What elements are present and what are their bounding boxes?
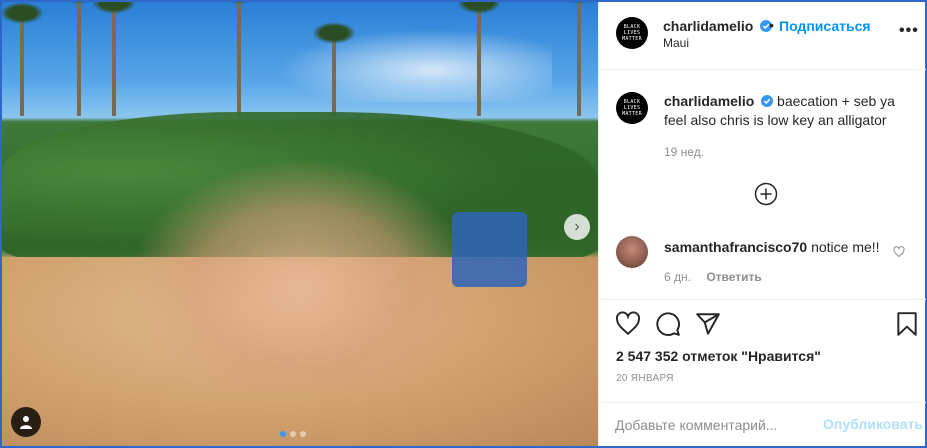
palm-tree <box>57 2 101 116</box>
comment-like-icon[interactable] <box>893 246 905 258</box>
carousel-dot <box>300 431 306 437</box>
carousel-indicator <box>280 431 306 437</box>
tagged-users-button[interactable] <box>11 407 41 437</box>
comment-time[interactable]: 6 дн. <box>664 270 691 284</box>
post-actions: 2 547 352 отметок "Нравится" 20 ЯНВАРЯ <box>599 299 926 397</box>
verified-badge-icon <box>761 95 774 107</box>
add-comment-form: Опубликовать <box>599 402 926 446</box>
beach-chair <box>452 212 527 287</box>
username-text: charlidamelio <box>664 93 755 109</box>
avatar[interactable]: BLACK LIVES MATTER <box>616 17 648 49</box>
palm-tree <box>457 2 501 116</box>
group-of-friends <box>132 162 472 392</box>
next-photo-button[interactable]: › <box>564 214 590 240</box>
username-link[interactable]: charlidamelio <box>664 93 777 109</box>
heart-icon[interactable] <box>615 311 641 337</box>
plus-circle-icon[interactable] <box>754 182 778 206</box>
post-photo[interactable]: › <box>2 2 598 446</box>
avatar-text: BLACK LIVES MATTER <box>622 24 642 42</box>
carousel-dot <box>290 431 296 437</box>
share-icon[interactable] <box>695 311 721 337</box>
commenter-username[interactable]: samanthafrancisco70 <box>664 239 807 255</box>
comment-icon[interactable] <box>655 311 681 337</box>
comment-input[interactable] <box>615 415 815 435</box>
comment-meta: 6 дн. Ответить <box>664 270 762 284</box>
separator: • <box>769 17 774 33</box>
chevron-right-icon: › <box>574 218 580 235</box>
username-text: charlidamelio <box>663 18 754 34</box>
location-link[interactable]: Maui <box>663 36 689 50</box>
palm-tree <box>2 2 44 116</box>
clouds <box>252 22 552 102</box>
likes-count[interactable]: 2 547 352 отметок "Нравится" <box>616 348 821 364</box>
palm-tree <box>557 2 598 116</box>
person-icon <box>20 416 32 429</box>
comment-body: notice me!! <box>811 239 880 255</box>
palm-tree <box>217 2 261 116</box>
post-date[interactable]: 20 ЯНВАРЯ <box>616 373 674 384</box>
avatar-text: BLACK LIVES MATTER <box>622 99 642 117</box>
commenter-avatar[interactable] <box>616 236 648 268</box>
reply-button[interactable]: Ответить <box>706 270 761 284</box>
comment-text: samanthafrancisco70 notice me!! <box>664 239 880 255</box>
follow-button[interactable]: Подписаться <box>779 18 871 34</box>
more-options-icon[interactable]: ••• <box>899 22 919 40</box>
post-details-panel: BLACK LIVES MATTER charlidamelio • Подписа… <box>598 2 926 446</box>
palm-tree <box>92 2 136 116</box>
carousel-dot <box>280 431 286 437</box>
username-link[interactable]: charlidamelio <box>663 18 773 34</box>
bookmark-icon[interactable] <box>894 311 920 337</box>
caption-text: charlidamelio baecation + seb ya feel al… <box>664 92 914 130</box>
caption-time[interactable]: 19 нед. <box>664 145 704 159</box>
palm-tree <box>312 22 356 116</box>
avatar[interactable]: BLACK LIVES MATTER <box>616 92 648 124</box>
publish-button[interactable]: Опубликовать <box>823 416 923 432</box>
post-header: BLACK LIVES MATTER charlidamelio • Подписа… <box>599 2 926 70</box>
